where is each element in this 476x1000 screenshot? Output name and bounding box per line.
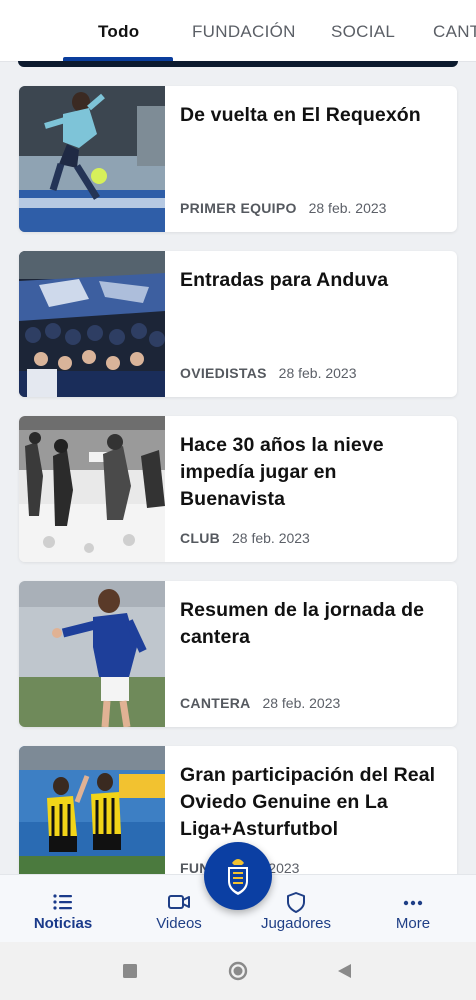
article-thumbnail — [19, 86, 165, 232]
article-thumbnail — [19, 746, 165, 874]
club-crest-button[interactable] — [204, 842, 272, 910]
tab-fundacion[interactable]: FUNDACIÓN — [192, 22, 296, 42]
article-category: PRIMER EQUIPO — [180, 200, 297, 216]
article-date: 28 feb. 2023 — [231, 530, 310, 546]
news-card[interactable]: Entradas para Anduva OVIEDISTAS 28 feb. … — [19, 251, 457, 397]
nav-label: More — [395, 915, 431, 932]
recents-square-icon[interactable] — [120, 961, 140, 981]
youth-player-photo — [19, 581, 165, 727]
fans-stand-photo — [19, 251, 165, 397]
news-card[interactable]: Resumen de la jornada de cantera CANTERA… — [19, 581, 457, 727]
article-title: Gran participación del Real Oviedo Genui… — [180, 764, 436, 840]
category-tabs: Todo FUNDACIÓN SOCIAL CANT — [0, 0, 476, 62]
nav-more[interactable]: More — [358, 875, 468, 943]
snow-match-photo — [19, 416, 165, 562]
home-circle-icon[interactable] — [228, 961, 248, 981]
news-list[interactable]: De vuelta en El Requexón PRIMER EQUIPO 2… — [0, 62, 476, 874]
genuine-players-photo — [19, 746, 165, 874]
more-dots-icon — [401, 891, 425, 913]
tab-social[interactable]: SOCIAL — [331, 22, 395, 42]
article-meta: PRIMER EQUIPO 28 feb. 2023 — [180, 200, 386, 216]
article-title: De vuelta en El Requexón — [180, 104, 421, 126]
article-meta: CANTERA 28 feb. 2023 — [180, 695, 340, 711]
article-date: 28 feb. 2023 — [262, 695, 341, 711]
tab-cantera[interactable]: CANT — [433, 22, 476, 42]
article-meta: CLUB 28 feb. 2023 — [180, 530, 310, 546]
article-category: CLUB — [180, 530, 221, 546]
article-category: OVIEDISTAS — [180, 365, 267, 381]
news-card[interactable]: De vuelta en El Requexón PRIMER EQUIPO 2… — [19, 86, 457, 232]
system-navigation-bar — [0, 942, 476, 1000]
article-thumbnail — [19, 416, 165, 562]
club-crest-icon — [228, 859, 248, 895]
article-category: CANTERA — [180, 695, 251, 711]
tab-todo[interactable]: Todo — [98, 22, 139, 42]
list-icon — [51, 891, 75, 913]
nav-label: Jugadores — [260, 915, 332, 932]
nav-noticias[interactable]: Noticias — [8, 875, 118, 943]
shield-icon — [284, 891, 308, 913]
article-title: Resumen de la jornada de cantera — [180, 599, 425, 648]
back-triangle-icon[interactable] — [334, 961, 354, 981]
player-training-photo — [19, 86, 165, 232]
article-date: 28 feb. 2023 — [308, 200, 387, 216]
article-title: Entradas para Anduva — [180, 269, 389, 291]
nav-label: Videos — [156, 915, 202, 932]
article-thumbnail — [19, 251, 165, 397]
article-meta: OVIEDISTAS 28 feb. 2023 — [180, 365, 357, 381]
article-thumbnail — [19, 581, 165, 727]
nav-label: Noticias — [33, 915, 93, 932]
article-date: 28 feb. 2023 — [278, 365, 357, 381]
news-card[interactable]: Hace 30 años la nieve impedía jugar en B… — [19, 416, 457, 562]
article-title: Hace 30 años la nieve impedía jugar en B… — [180, 434, 384, 510]
video-icon — [167, 891, 191, 913]
